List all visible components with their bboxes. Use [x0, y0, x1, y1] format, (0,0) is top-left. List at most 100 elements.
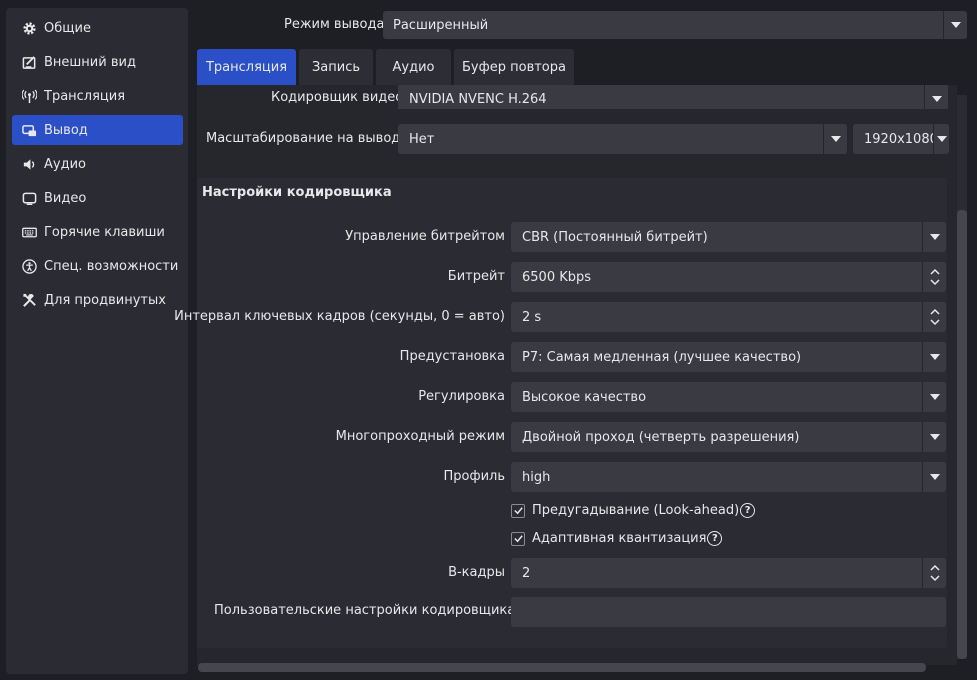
chevron-down-icon[interactable]	[929, 318, 940, 326]
encoder-label: Кодировщик видео	[271, 90, 404, 105]
bitrate-spinbox[interactable]: 6500 Kbps	[511, 262, 946, 292]
chevron-up-icon[interactable]	[929, 564, 940, 572]
chevron-down-icon[interactable]	[929, 574, 940, 582]
chevron-down-icon[interactable]	[823, 124, 847, 154]
tab-replay-buffer[interactable]: Буфер повтора	[454, 49, 574, 85]
keyframe-spinbox[interactable]: 2 s	[511, 302, 946, 332]
chevron-down-icon[interactable]	[929, 278, 940, 286]
encoder-value: NVIDIA NVENC H.264	[409, 91, 547, 107]
multipass-value: Двойной проход (четверть разрешения)	[522, 429, 800, 445]
chevron-down-icon[interactable]	[924, 85, 948, 109]
custom-settings-label: Пользовательские настройки кодировщика	[214, 603, 516, 618]
aq-label: Адаптивная квантизация	[532, 531, 707, 546]
aq-checkbox-row[interactable]: Адаптивная квантизация ?	[511, 531, 723, 546]
output-mode-select[interactable]: Расширенный	[383, 11, 967, 39]
sidebar: Общие Внешний вид Трансляция Вывод Аудио…	[6, 8, 188, 674]
tuning-value: Высокое качество	[522, 389, 647, 405]
lookahead-checkbox[interactable]	[511, 503, 525, 518]
check-icon	[513, 535, 523, 543]
keyboard-icon	[20, 223, 38, 241]
profile-select[interactable]: high	[511, 462, 946, 492]
multipass-select[interactable]: Двойной проход (четверть разрешения)	[511, 422, 946, 452]
sidebar-item-accessibility[interactable]: Спец. возможности	[12, 251, 183, 281]
bframes-spinbox[interactable]: 2	[511, 558, 946, 588]
vertical-scrollbar-thumb[interactable]	[957, 210, 967, 659]
profile-value: high	[522, 469, 551, 485]
preset-select[interactable]: P7: Самая медленная (лучшее качество)	[511, 342, 946, 372]
sidebar-item-label: Трансляция	[44, 88, 126, 104]
sidebar-item-appearance[interactable]: Внешний вид	[12, 47, 183, 77]
resolution-select[interactable]: 1920x1080	[853, 124, 949, 154]
gear-icon	[20, 19, 38, 37]
rate-control-value: CBR (Постоянный битрейт)	[522, 229, 708, 245]
sidebar-item-label: Вывод	[44, 122, 88, 138]
bitrate-value: 6500 Kbps	[522, 269, 592, 285]
chevron-down-icon[interactable]	[922, 222, 946, 252]
lookahead-checkbox-row[interactable]: Предугадывание (Look-ahead) ?	[511, 503, 756, 518]
sidebar-item-video[interactable]: Видео	[12, 183, 183, 213]
sidebar-item-hotkeys[interactable]: Горячие клавиши	[12, 217, 183, 247]
profile-label: Профиль	[443, 469, 505, 484]
aq-checkbox[interactable]	[511, 531, 525, 546]
accessibility-icon	[20, 257, 38, 275]
chevron-down-icon[interactable]	[922, 382, 946, 412]
sidebar-item-label: Для продвинутых	[44, 292, 166, 308]
sidebar-item-label: Спец. возможности	[44, 258, 179, 274]
sidebar-item-stream[interactable]: Трансляция	[12, 81, 183, 111]
spin-buttons[interactable]	[922, 262, 946, 292]
spin-buttons[interactable]	[922, 558, 946, 588]
encoder-row-clip: Кодировщик видео NVIDIA NVENC H.264	[197, 85, 957, 109]
chevron-down-icon[interactable]	[943, 11, 967, 39]
rescale-value: Нет	[409, 131, 435, 147]
output-mode-value: Расширенный	[393, 17, 489, 33]
bitrate-label: Битрейт	[447, 269, 505, 284]
lookahead-label: Предугадывание (Look-ahead)	[532, 503, 740, 518]
custom-settings-label-row: Пользовательские настройки кодировщика ?	[214, 603, 532, 618]
keyframe-value: 2 s	[522, 309, 542, 325]
bframes-label: B-кадры	[448, 565, 505, 580]
custom-settings-input[interactable]	[511, 597, 946, 627]
monitor-icon	[20, 189, 38, 207]
multipass-label: Многопроходный режим	[335, 429, 505, 444]
help-icon[interactable]: ?	[740, 503, 756, 518]
sidebar-item-general[interactable]: Общие	[12, 13, 183, 43]
rate-control-label: Управление битрейтом	[345, 229, 505, 244]
chevron-down-icon[interactable]	[922, 422, 946, 452]
spin-buttons[interactable]	[922, 302, 946, 332]
tab-stream[interactable]: Трансляция	[197, 49, 296, 85]
output-icon	[20, 121, 38, 139]
output-mode-label: Режим вывода	[284, 17, 385, 32]
chevron-up-icon[interactable]	[929, 268, 940, 276]
tools-icon	[20, 291, 38, 309]
encoder-select[interactable]: NVIDIA NVENC H.264	[398, 85, 948, 109]
tab-recording[interactable]: Запись	[299, 49, 373, 85]
sidebar-item-label: Видео	[44, 190, 87, 206]
preset-label: Предустановка	[399, 349, 505, 364]
sidebar-item-advanced[interactable]: Для продвинутых	[12, 285, 183, 315]
tab-audio[interactable]: Аудио	[376, 49, 451, 85]
keyframe-label: Интервал ключевых кадров (секунды, 0 = а…	[174, 309, 505, 324]
encoder-settings-title: Настройки кодировщика	[202, 185, 392, 200]
rescale-label: Масштабирование на выводе	[206, 131, 409, 146]
horizontal-scrollbar-thumb[interactable]	[198, 663, 926, 672]
chevron-down-icon[interactable]	[922, 462, 946, 492]
rate-control-select[interactable]: CBR (Постоянный битрейт)	[511, 222, 946, 252]
check-icon	[513, 507, 523, 515]
sidebar-item-audio[interactable]: Аудио	[12, 149, 183, 179]
speaker-icon	[20, 155, 38, 173]
tuning-select[interactable]: Высокое качество	[511, 382, 946, 412]
antenna-icon	[20, 87, 38, 105]
bframes-value: 2	[522, 565, 531, 581]
sidebar-item-output[interactable]: Вывод	[12, 115, 183, 145]
chevron-up-icon[interactable]	[929, 308, 940, 316]
sidebar-item-label: Внешний вид	[44, 54, 136, 70]
chevron-down-icon[interactable]	[933, 124, 949, 154]
help-icon[interactable]: ?	[707, 531, 723, 546]
sidebar-item-label: Аудио	[44, 156, 86, 172]
chevron-down-icon[interactable]	[922, 342, 946, 372]
sidebar-item-label: Горячие клавиши	[44, 224, 165, 240]
sidebar-item-label: Общие	[44, 20, 91, 36]
preset-value: P7: Самая медленная (лучшее качество)	[522, 349, 802, 365]
tuning-label: Регулировка	[418, 389, 505, 404]
rescale-select[interactable]: Нет	[398, 124, 847, 154]
